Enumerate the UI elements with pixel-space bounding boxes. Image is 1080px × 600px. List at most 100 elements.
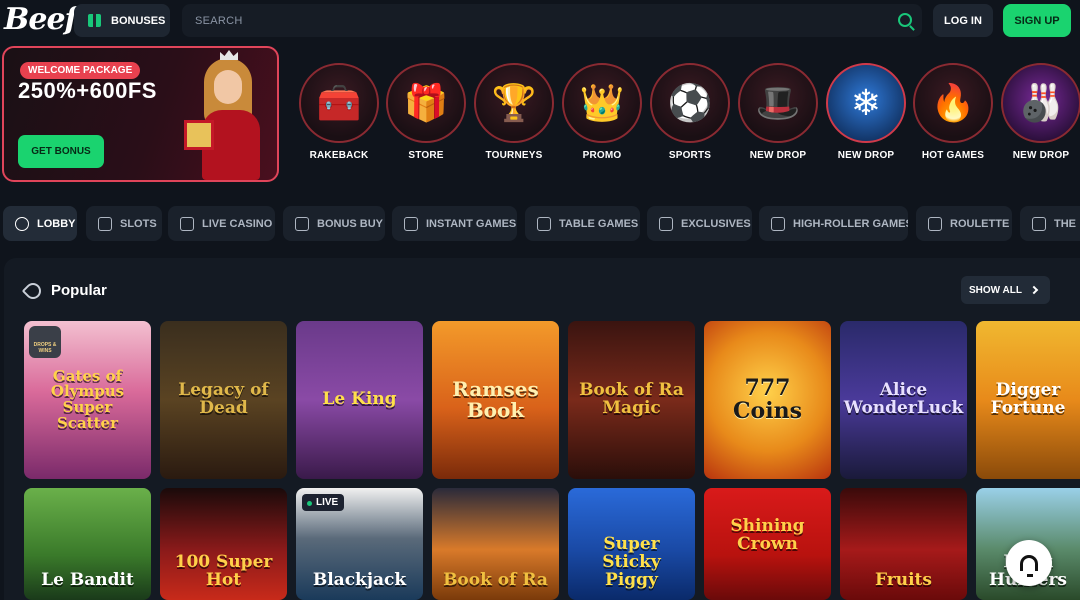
slots-icon [98,216,112,231]
category-hot-games[interactable]: 🔥 HOT GAMES [913,63,993,161]
bonuses-label: BONUSES [111,14,166,27]
game-title: Alice WonderLuck [843,380,964,418]
support-chat-button[interactable] [1006,540,1052,586]
game-tile[interactable]: DROPS & WINS Gates of Olympus Super Scat… [24,321,151,479]
tab-slots[interactable]: SLOTS [86,206,162,241]
category-label: RAKEBACK [309,150,369,161]
game-title: Blackjack [312,570,407,591]
category-sports[interactable]: ⚽ SPORTS [650,63,730,161]
game-tile[interactable]: 777 Coins [704,321,831,479]
category-label: SPORTS [668,150,712,161]
game-title: Le Bandit [41,570,134,591]
headset-icon [1020,555,1038,577]
game-tile[interactable]: Shining Crown [704,488,831,600]
game-category-tabs: LOBBY SLOTS LIVE CASINO BONUS BUY INSTAN… [0,206,1080,242]
fire-icon: 🔥 [930,82,976,123]
trophy-icon: 🏆 [491,82,537,123]
tab-instant-games[interactable]: INSTANT GAMES [392,206,517,241]
signup-button[interactable]: SIGN UP [1003,4,1071,37]
top-bar: Beef BONUSES SEARCH LOG IN SIGN UP [0,0,1080,42]
show-all-label: SHOW ALL [969,284,1022,296]
tab-high-roller-games[interactable]: HIGH-ROLLER GAMES [759,206,908,241]
tab-the[interactable]: THE [1020,206,1080,241]
tab-table-games[interactable]: TABLE GAMES [525,206,640,241]
game-tile[interactable]: Fruits [840,488,967,600]
game-tile[interactable]: Digger Fortune [976,321,1080,479]
category-rakeback[interactable]: 🧰 RAKEBACK [299,63,379,161]
game-tile[interactable]: Le Bandit [24,488,151,600]
soccer-ball-icon: ⚽ [667,82,713,123]
category-new-drop-2[interactable]: ❄ NEW DROP [826,63,906,161]
tab-roulette[interactable]: ROULETTE [916,206,1012,241]
tab-label: EXCLUSIVES [681,217,751,230]
game-tile[interactable]: Ramses Book [432,321,559,479]
category-label: STORE [408,150,444,161]
game-title: Shining Crown [730,516,805,554]
get-bonus-button[interactable]: GET BONUS [18,135,104,168]
game-title: 777 Coins [733,374,802,424]
category-new-drop-1[interactable]: 🎩 NEW DROP [738,63,818,161]
game-tile[interactable]: Le King [296,321,423,479]
game-title: Ramses Book [452,377,539,422]
drops-and-wins-badge: DROPS & WINS [29,326,61,358]
the-icon [1032,216,1046,231]
tab-label: THE [1054,217,1076,230]
table-games-icon [537,216,551,231]
game-tile[interactable]: LIVE Blackjack [296,488,423,600]
crown-icon: 👑 [579,82,625,123]
game-title: Gates of Olympus Super Scatter [50,366,125,432]
live-badge: LIVE [302,494,345,511]
search-icon[interactable] [898,13,912,27]
tab-live-casino[interactable]: LIVE CASINO [168,206,275,241]
promo-headline: 250%+600FS [18,78,157,103]
game-title: Fruits [875,570,932,591]
game-title: 100 Super Hot [174,552,273,591]
category-promo[interactable]: 👑 PROMO [562,63,642,161]
tab-label: INSTANT GAMES [426,217,517,230]
game-tile[interactable]: Alice WonderLuck [840,321,967,479]
game-tile[interactable]: 100 Super Hot [160,488,287,600]
chest-icon: 🎁 [403,82,449,123]
promo-badge: WELCOME PACKAGE [20,62,141,79]
login-button[interactable]: LOG IN [933,4,993,37]
game-title: Super Sticky Piggy [602,534,661,591]
game-tile[interactable]: Book of Ra [432,488,559,600]
dollar-icon [771,216,785,231]
show-all-button[interactable]: SHOW ALL [961,276,1050,304]
site-logo[interactable]: Beef [4,2,77,37]
tab-lobby[interactable]: LOBBY [3,206,77,241]
tab-label: BONUS BUY [317,217,384,230]
game-tile[interactable]: Book of Ra Magic [568,321,695,479]
category-label: NEW DROP [749,150,807,161]
game-tile[interactable]: Super Sticky Piggy [568,488,695,600]
game-title: Legacy of Dead [178,380,269,418]
perfect-strike-icon: 🎳 [1018,82,1064,123]
tab-bonus-buy[interactable]: BONUS BUY [283,206,385,241]
tab-label: TABLE GAMES [559,217,639,230]
treasure-chest-icon: 🧰 [316,82,362,123]
tab-exclusives[interactable]: EXCLUSIVES [647,206,752,241]
category-label: HOT GAMES [921,150,985,161]
tab-label: HIGH-ROLLER GAMES [793,217,908,230]
bonus-buy-icon [295,216,309,231]
category-store[interactable]: 🎁 STORE [386,63,466,161]
search-input[interactable]: SEARCH [182,4,922,37]
welcome-promo-banner[interactable]: WELCOME PACKAGE 250%+600FS GET BONUS [2,46,279,182]
bonuses-button[interactable]: BONUSES [74,4,170,37]
category-label: NEW DROP [837,150,895,161]
category-tourneys[interactable]: 🏆 TOURNEYS [474,63,554,161]
tab-label: LOBBY [37,217,76,230]
tab-label: SLOTS [120,217,157,230]
category-label: TOURNEYS [485,150,543,161]
game-art-icon: 🎩 [755,82,801,123]
tab-label: ROULETTE [950,217,1010,230]
game-title: Le King [322,389,397,410]
snow-party-icon: ❄ [850,82,882,123]
gift-icon [88,14,101,27]
game-tile[interactable]: Legacy of Dead [160,321,287,479]
tab-label: LIVE CASINO [202,217,273,230]
section-title: Popular [51,282,107,299]
game-title: Book of Ra [443,570,548,591]
category-label: PROMO [582,150,622,161]
category-new-drop-3[interactable]: 🎳 NEW DROP [1001,63,1080,161]
